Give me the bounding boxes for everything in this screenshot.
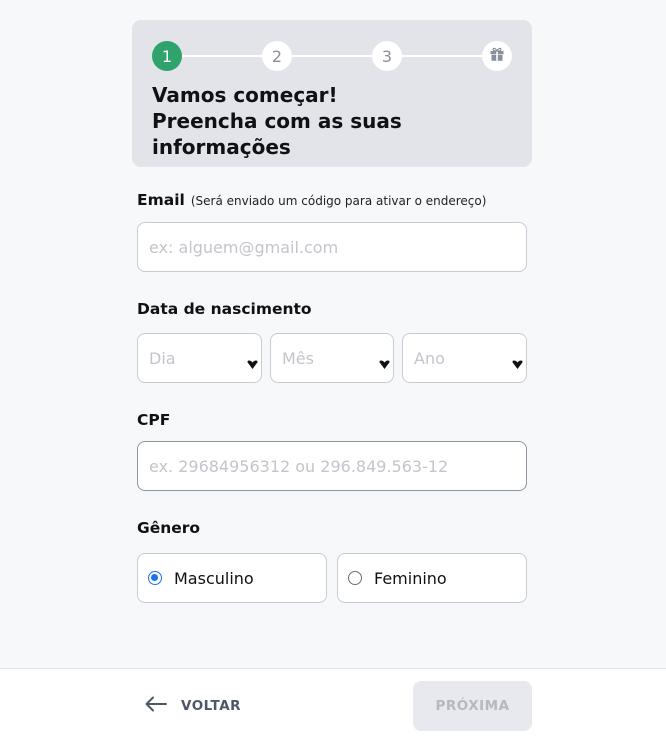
radio-checked-icon (148, 571, 162, 585)
gender-option-label: Masculino (174, 568, 254, 588)
day-select[interactable]: Dia (137, 333, 262, 383)
gender-option-label: Feminino (374, 568, 447, 588)
gift-icon (489, 46, 505, 66)
email-hint: (Será enviado um código para ativar o en… (190, 194, 487, 208)
gender-label: Gênero (137, 519, 201, 537)
year-placeholder: Ano (414, 348, 445, 368)
title-line-1: Vamos começar! (152, 83, 338, 107)
email-label-text: Email (137, 191, 185, 209)
footer-bar: VOLTAR PRÓXIMA (0, 668, 666, 736)
radio-unchecked-icon (348, 571, 362, 585)
email-label: Email (Será enviado um código para ativar… (137, 191, 486, 209)
birthdate-label: Data de nascimento (137, 300, 312, 318)
step-3: 3 (372, 41, 402, 71)
back-button[interactable]: VOLTAR (145, 689, 241, 723)
title-line-2: Preencha com as suas (152, 109, 402, 133)
cpf-field[interactable]: ex. 29684956312 ou 296.849.563-12 (137, 441, 527, 491)
title-line-3: informações (152, 135, 291, 159)
back-button-label: VOLTAR (181, 698, 242, 714)
page-title: Vamos começar! Preencha com as suas info… (152, 82, 512, 160)
cpf-placeholder: ex. 29684956312 ou 296.849.563-12 (149, 456, 449, 476)
stepper-line (167, 55, 497, 57)
gender-option-masculino[interactable]: Masculino (137, 553, 327, 603)
cpf-label: CPF (137, 411, 171, 429)
progress-header: 1 2 3 Vamos começar! Preencha com as sua… (132, 20, 532, 167)
month-placeholder: Mês (282, 348, 314, 368)
year-select[interactable]: Ano (402, 333, 527, 383)
email-placeholder: ex: alguem@gmail.com (149, 237, 339, 257)
gender-option-feminino[interactable]: Feminino (337, 553, 527, 603)
step-2: 2 (262, 41, 292, 71)
day-placeholder: Dia (149, 348, 176, 368)
stepper: 1 2 3 (152, 41, 512, 71)
step-1: 1 (152, 41, 182, 71)
step-gift (482, 41, 512, 71)
email-field[interactable]: ex: alguem@gmail.com (137, 222, 527, 272)
month-select[interactable]: Mês (270, 333, 394, 383)
next-button[interactable]: PRÓXIMA (413, 681, 532, 731)
arrow-left-icon (145, 696, 181, 716)
